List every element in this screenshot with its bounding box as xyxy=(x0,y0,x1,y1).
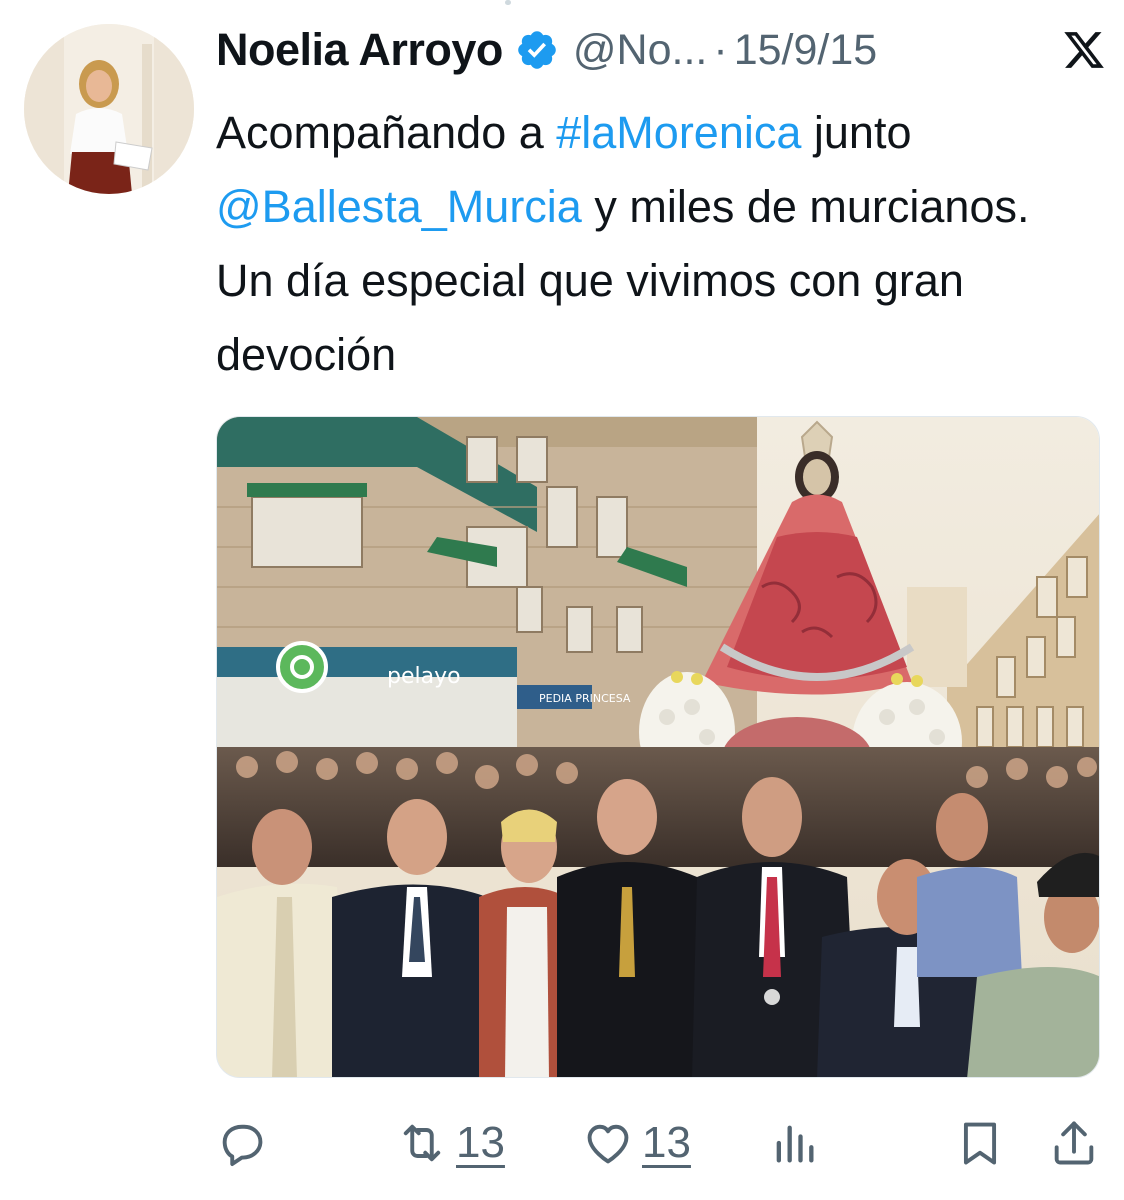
tweet-header: Noelia Arroyo @No... · 15/9/15 xyxy=(216,20,1106,80)
mention-link[interactable]: @Ballesta_Murcia xyxy=(216,181,582,232)
bookmark-icon xyxy=(963,1122,997,1165)
thread-connector-line xyxy=(505,0,511,5)
tweet-photo[interactable]: pelayo PEDIA PRINCESA xyxy=(216,416,1100,1078)
author-display-name[interactable]: Noelia Arroyo xyxy=(216,24,503,76)
x-logo-icon[interactable] xyxy=(1062,28,1106,72)
share-icon xyxy=(1054,1121,1094,1165)
retweet-button[interactable]: 13 xyxy=(396,1108,505,1178)
retweet-count[interactable]: 13 xyxy=(456,1118,505,1168)
tweet-text-part2: junto xyxy=(801,107,912,158)
pelayo-sign: pelayo xyxy=(387,664,461,689)
tweet-text-part1: Acompañando a xyxy=(216,107,557,158)
views-icon xyxy=(776,1125,814,1163)
hashtag-link[interactable]: #laMorenica xyxy=(556,107,801,158)
views-button[interactable] xyxy=(768,1108,820,1178)
retweet-icon xyxy=(403,1124,441,1162)
tweet-actions-bar: 13 13 xyxy=(216,1108,1100,1178)
tweet-date[interactable]: 15/9/15 xyxy=(734,26,877,75)
like-button[interactable]: 13 xyxy=(582,1108,691,1178)
like-count[interactable]: 13 xyxy=(642,1118,691,1168)
procession-photo: pelayo PEDIA PRINCESA xyxy=(217,417,1099,1077)
reply-button[interactable] xyxy=(216,1108,268,1178)
reply-icon xyxy=(222,1124,263,1166)
heart-icon xyxy=(587,1124,629,1164)
separator-dot: · xyxy=(713,25,728,74)
avatar-image xyxy=(24,24,194,194)
share-button[interactable] xyxy=(1048,1108,1100,1178)
verified-badge-icon[interactable] xyxy=(515,28,559,72)
author-handle[interactable]: @No... xyxy=(573,26,707,75)
avatar[interactable] xyxy=(24,24,194,194)
tweet-text: Acompañando a #laMorenica junto @Ballest… xyxy=(216,96,1096,392)
bookmark-button[interactable] xyxy=(954,1108,1006,1178)
shop-sign: PEDIA PRINCESA xyxy=(539,692,631,705)
